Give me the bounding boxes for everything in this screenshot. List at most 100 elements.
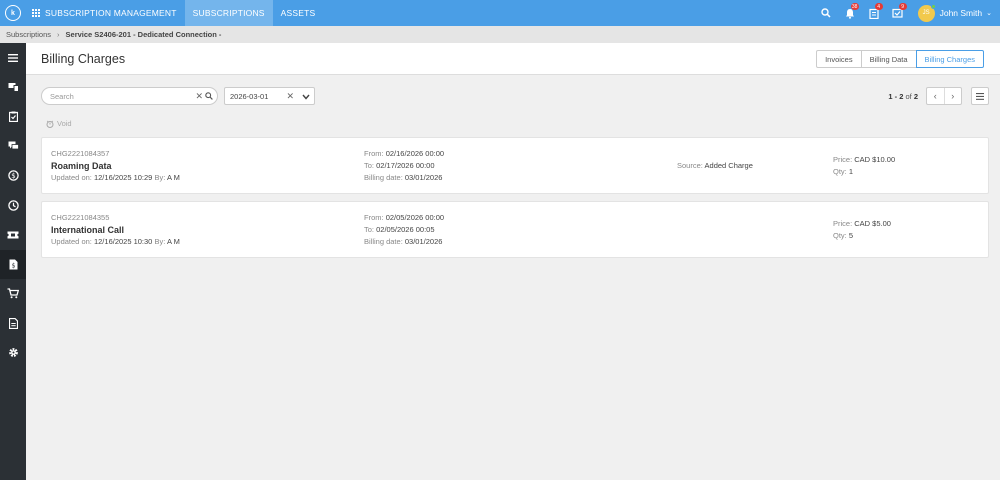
- by-label: By:: [154, 237, 166, 246]
- clipboard-check-icon: [8, 111, 18, 123]
- from-label: From:: [364, 213, 384, 222]
- list-view-button[interactable]: [971, 87, 989, 105]
- qty-value: 1: [848, 167, 854, 176]
- to-value: 02/05/2026 00:05: [376, 225, 435, 234]
- price-value: CAD $10.00: [854, 155, 896, 164]
- search-icon[interactable]: [205, 92, 213, 102]
- invoice-dollar-icon: $: [9, 259, 17, 269]
- document-icon: [8, 317, 18, 329]
- list-icon: [976, 92, 984, 100]
- source-value: Added Charge: [704, 161, 753, 170]
- search-input[interactable]: [50, 91, 180, 101]
- sidebar-menu-toggle[interactable]: [0, 43, 26, 73]
- charge-card[interactable]: CHG2221084357 Roaming Data Updated on: 1…: [41, 137, 989, 194]
- charge-period: From: 02/05/2026 00:00 To: 02/05/2026 00…: [364, 212, 444, 248]
- breadcrumb-subscriptions-link[interactable]: Subscriptions: [6, 30, 51, 39]
- charge-info: CHG2221084357 Roaming Data Updated on: 1…: [51, 148, 180, 184]
- charge-period: From: 02/16/2026 00:00 To: 02/17/2026 00…: [364, 148, 444, 184]
- previous-page-button[interactable]: ‹: [927, 88, 945, 104]
- tab-invoices[interactable]: Invoices: [816, 50, 862, 68]
- ticket-icon: [7, 231, 19, 239]
- to-label: To:: [364, 161, 375, 170]
- price-label: Price:: [833, 219, 853, 228]
- sidebar-item-invoices[interactable]: $: [0, 249, 26, 279]
- logo-icon: k: [5, 5, 21, 21]
- tasks-button[interactable]: 4: [862, 0, 886, 26]
- sidebar-item-orders[interactable]: [0, 102, 26, 132]
- tab-billing-data[interactable]: Billing Data: [860, 50, 917, 68]
- updated-on-value: 12/16/2025 10:29: [93, 173, 153, 182]
- view-switcher: Invoices Billing Data Billing Charges: [816, 50, 984, 68]
- by-value: A M: [166, 173, 180, 182]
- apps-grid-icon: [32, 9, 40, 17]
- notifications-badge: 38: [850, 3, 859, 10]
- sidebar-item-settings[interactable]: [0, 338, 26, 368]
- sidebar-item-history[interactable]: [0, 191, 26, 221]
- app-switcher-menu[interactable]: SUBSCRIPTION MANAGEMENT: [26, 0, 185, 26]
- tab-subscriptions[interactable]: SUBSCRIPTIONS: [184, 0, 273, 26]
- qty-label: Qty:: [833, 167, 847, 176]
- next-page-button[interactable]: ›: [945, 88, 962, 104]
- by-value: A M: [166, 237, 180, 246]
- sidebar-item-tickets[interactable]: [0, 220, 26, 250]
- price-label: Price:: [833, 155, 853, 164]
- app-logo[interactable]: k: [0, 0, 26, 26]
- tab-assets[interactable]: ASSETS: [273, 0, 324, 26]
- updated-on-label: Updated on:: [51, 173, 92, 182]
- user-avatar[interactable]: JS: [917, 3, 936, 22]
- sidebar-item-billing[interactable]: $: [0, 161, 26, 191]
- to-label: To:: [364, 225, 375, 234]
- billing-date-select[interactable]: 2026-03-01 ✕: [224, 87, 315, 105]
- billing-date-label: Billing date:: [364, 237, 403, 246]
- charge-name: International Call: [51, 225, 125, 235]
- pagination-summary: 1 - 2 of 2: [888, 92, 918, 101]
- dollar-circle-icon: $: [7, 170, 19, 181]
- tab-billing-charges[interactable]: Billing Charges: [915, 50, 984, 68]
- charge-code: CHG2221084355: [51, 213, 110, 222]
- pagination-controls: ‹ ›: [926, 87, 962, 105]
- hamburger-icon: [8, 53, 18, 62]
- charge-info: CHG2221084355 International Call Updated…: [51, 212, 180, 248]
- online-status-dot: [930, 3, 936, 9]
- pagination-range: 1 - 2: [888, 92, 904, 101]
- chevron-down-icon[interactable]: [302, 93, 310, 102]
- chat-icon: [8, 141, 19, 150]
- source-label: Source:: [677, 161, 703, 170]
- breadcrumb-current: Service S2406-201 - Dedicated Connection…: [65, 30, 222, 39]
- tasks-badge: 4: [874, 3, 883, 10]
- search-icon: [820, 8, 831, 18]
- sidebar-item-devices[interactable]: [0, 73, 26, 103]
- sidebar-item-documents[interactable]: [0, 309, 26, 339]
- page-header: Billing Charges Invoices Billing Data Bi…: [26, 43, 1000, 75]
- void-label: Void: [57, 119, 72, 128]
- clear-date-icon[interactable]: ✕: [286, 91, 294, 102]
- chevron-down-icon[interactable]: ⌄: [986, 9, 992, 17]
- sidebar-item-shop[interactable]: [0, 279, 26, 309]
- charge-card[interactable]: CHG2221084355 International Call Updated…: [41, 201, 989, 258]
- sidebar-item-messages[interactable]: [0, 132, 26, 162]
- chevron-right-icon: ›: [57, 30, 60, 39]
- from-label: From:: [364, 149, 384, 158]
- billing-date-label: Billing date:: [364, 173, 403, 182]
- cart-icon: [7, 288, 19, 299]
- approvals-button[interactable]: 9: [886, 0, 910, 26]
- search-box: ✕: [41, 87, 218, 105]
- notifications-button[interactable]: 38: [838, 0, 862, 26]
- breadcrumb: Subscriptions › Service S2406-201 - Dedi…: [0, 26, 1000, 43]
- search-button[interactable]: [814, 0, 838, 26]
- by-label: By:: [154, 173, 166, 182]
- charge-code: CHG2221084357: [51, 149, 110, 158]
- billing-date-value: 2026-03-01: [230, 91, 269, 101]
- charge-pricing: Price: CAD $10.00 Qty: 1: [833, 154, 895, 178]
- app-menu-label: SUBSCRIPTION MANAGEMENT: [45, 8, 177, 18]
- user-name[interactable]: John Smith: [940, 8, 983, 18]
- clear-search-icon[interactable]: ✕: [195, 91, 203, 102]
- billing-date-value: 03/01/2026: [404, 173, 443, 182]
- void-button[interactable]: Void: [46, 119, 72, 128]
- charge-name: Roaming Data: [51, 161, 112, 171]
- from-value: 02/05/2026 00:00: [385, 213, 445, 222]
- to-value: 02/17/2026 00:00: [376, 161, 435, 170]
- pagination-of-label: of: [905, 92, 912, 101]
- top-bar: k SUBSCRIPTION MANAGEMENT SUBSCRIPTIONS …: [0, 0, 1000, 26]
- price-value: CAD $5.00: [854, 219, 891, 228]
